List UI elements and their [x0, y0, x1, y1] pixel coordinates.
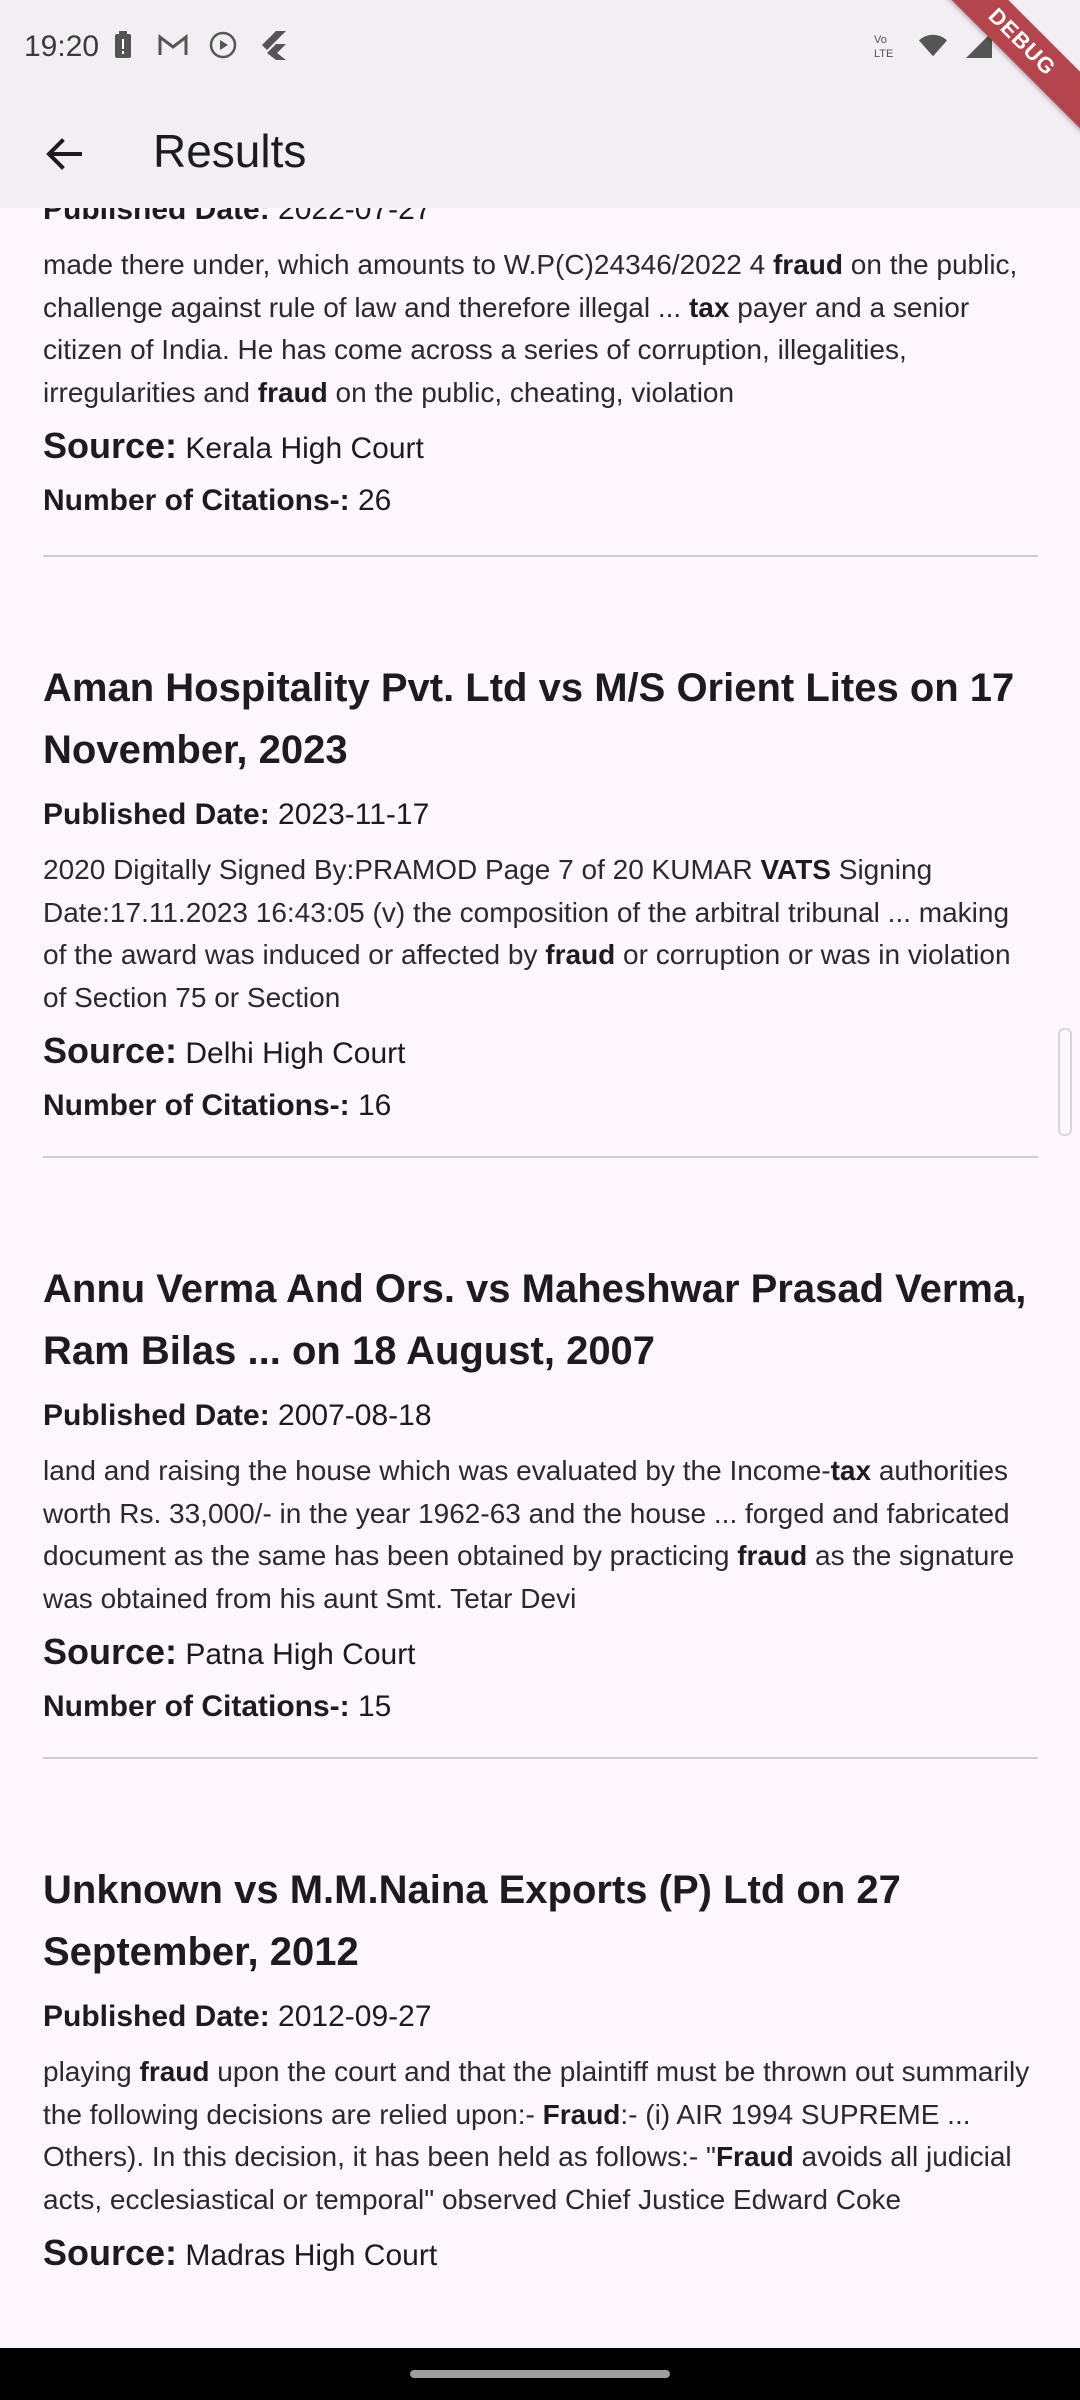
result-snippet: land and raising the house which was eva… [43, 1455, 1015, 1614]
result-source: Source: Kerala High Court [43, 420, 1038, 475]
result-citations: Number of Citations-: 15 [43, 1681, 1038, 1733]
gmail-icon [158, 30, 188, 60]
flutter-icon [258, 30, 288, 60]
source-label: Source: [43, 425, 178, 466]
notification-icons [108, 30, 288, 60]
svg-text:LTE: LTE [874, 48, 893, 60]
published-date: Published Date: 2007-08-18 [43, 1394, 1038, 1438]
published-label: Published Date: [43, 208, 270, 226]
result-card[interactable]: Unknown vs M.M.Naina Exports (P) Ltd on … [43, 1759, 1038, 2282]
source-label: Source: [43, 2232, 178, 2273]
status-time: 19:20 [24, 30, 100, 63]
published-label: Published Date: [43, 798, 270, 831]
battery-alert-icon [108, 30, 138, 60]
play-icon [208, 30, 238, 60]
published-label: Published Date: [43, 1399, 270, 1432]
source-value: Patna High Court [185, 1638, 416, 1671]
result-card[interactable]: Annu Verma And Ors. vs Maheshwar Prasad … [43, 1158, 1038, 1759]
citations-value: 26 [358, 484, 392, 517]
published-date: Published Date: 2022-07-27 [43, 208, 1038, 232]
citations-label: Number of Citations-: [43, 1089, 350, 1122]
result-title[interactable]: Unknown vs M.M.Naina Exports (P) Ltd on … [43, 1859, 1038, 1983]
result-title[interactable]: Annu Verma And Ors. vs Maheshwar Prasad … [43, 1258, 1038, 1382]
citations-label: Number of Citations-: [43, 484, 350, 517]
published-value: 2012-09-27 [278, 2000, 432, 2033]
page-title: Results [153, 125, 307, 177]
back-arrow-icon [46, 138, 82, 170]
result-source: Source: Patna High Court [43, 1626, 1038, 1681]
result-snippet: playing fraud upon the court and that th… [43, 2056, 1030, 2215]
source-label: Source: [43, 1631, 178, 1672]
result-title[interactable]: Aman Hospitality Pvt. Ltd vs M/S Orient … [43, 657, 1038, 781]
result-snippet: made there under, which amounts to W.P(C… [43, 249, 1018, 408]
result-citations: Number of Citations-: 26 [43, 475, 1038, 527]
svg-text:Vo: Vo [874, 34, 887, 46]
result-source: Source: Delhi High Court [43, 1025, 1038, 1080]
result-snippet: 2020 Digitally Signed By:PRAMOD Page 7 o… [43, 854, 1011, 1013]
system-nav-bar [0, 2348, 1080, 2400]
published-value: 2022-07-27 [278, 208, 432, 226]
result-card[interactable]: Published Date: 2022-07-27 made there un… [43, 208, 1038, 557]
source-value: Madras High Court [185, 2239, 438, 2272]
volte-icon: Vo LTE [872, 30, 902, 60]
home-gesture-handle[interactable] [410, 2370, 670, 2378]
published-label: Published Date: [43, 2000, 270, 2033]
scrollbar-thumb[interactable] [1058, 1028, 1072, 1136]
back-button[interactable] [36, 126, 92, 182]
result-card[interactable]: Aman Hospitality Pvt. Ltd vs M/S Orient … [43, 557, 1038, 1158]
published-value: 2023-11-17 [278, 798, 430, 831]
source-value: Delhi High Court [185, 1037, 406, 1070]
published-date: Published Date: 2012-09-27 [43, 1995, 1038, 2039]
citations-value: 16 [358, 1089, 392, 1122]
published-value: 2007-08-18 [278, 1399, 432, 1432]
citations-label: Number of Citations-: [43, 1690, 350, 1723]
wifi-icon [918, 30, 948, 60]
result-citations: Number of Citations-: 16 [43, 1080, 1038, 1132]
results-list[interactable]: Published Date: 2022-07-27 made there un… [0, 208, 1080, 2348]
citations-value: 15 [358, 1690, 392, 1723]
status-bar: 19:20 Vo LTE [0, 0, 1080, 100]
result-source: Source: Madras High Court [43, 2227, 1038, 2282]
source-value: Kerala High Court [185, 432, 424, 465]
source-label: Source: [43, 1030, 178, 1071]
app-bar: Results [0, 100, 1080, 208]
published-date: Published Date: 2023-11-17 [43, 793, 1038, 837]
